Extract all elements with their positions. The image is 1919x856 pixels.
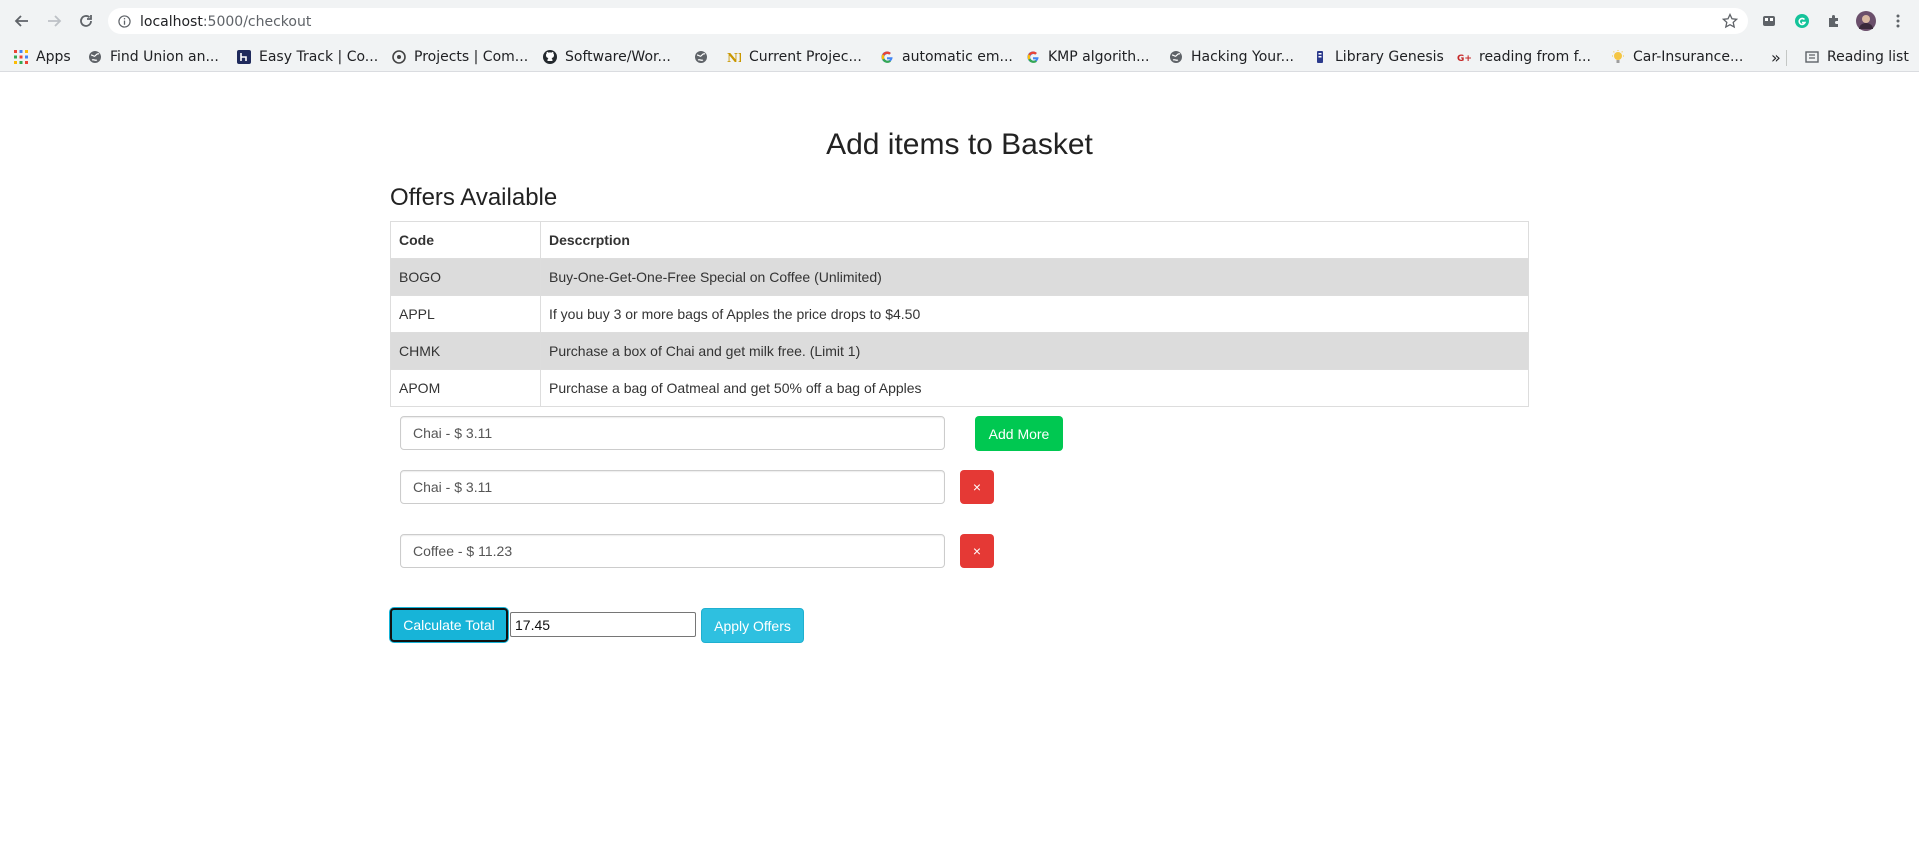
bookmark-label: Apps xyxy=(36,49,71,65)
table-row: BOGO Buy-One-Get-One-Free Special on Cof… xyxy=(390,258,1529,296)
total-field[interactable]: 17.45 xyxy=(510,612,696,637)
apps-grid-icon xyxy=(14,50,28,64)
libgen-icon xyxy=(1313,50,1327,64)
reading-list-icon xyxy=(1805,50,1819,64)
bookmark-projects[interactable]: Projects | Com... xyxy=(392,42,528,72)
bookmark-automatic-em[interactable]: automatic em... xyxy=(880,42,1013,72)
offers-table: Code Desccrption BOGO Buy-One-Get-One-Fr… xyxy=(390,221,1529,407)
bookmark-kmp[interactable]: KMP algorith... xyxy=(1026,42,1149,72)
google-icon xyxy=(1026,50,1040,64)
table-header-row: Code Desccrption xyxy=(390,221,1529,259)
bookmark-reading-from[interactable]: G++ reading from f... xyxy=(1457,42,1591,72)
bookmark-label: Hacking Your... xyxy=(1191,49,1294,65)
globe-icon xyxy=(1169,50,1183,64)
offer-code: APPL xyxy=(390,295,541,333)
column-header-code: Code xyxy=(390,221,541,259)
site-info-icon[interactable] xyxy=(118,15,131,33)
extension-icon[interactable] xyxy=(1759,11,1779,31)
bookmark-library-genesis[interactable]: Library Genesis xyxy=(1313,42,1444,72)
google-icon xyxy=(880,50,894,64)
close-icon: × xyxy=(972,479,982,495)
bookmark-apps[interactable]: Apps xyxy=(14,42,71,72)
bookmark-software[interactable]: Software/Wor... xyxy=(543,42,671,72)
bookmark-label: Find Union an... xyxy=(110,49,219,65)
reading-list-button[interactable]: Reading list xyxy=(1805,42,1909,72)
bulb-icon xyxy=(1611,50,1625,64)
offer-code: CHMK xyxy=(390,332,541,370)
grammarly-icon[interactable] xyxy=(1792,11,1812,31)
bookmark-label: Easy Track | Co... xyxy=(259,49,379,65)
globe-icon xyxy=(694,50,708,64)
add-more-button[interactable]: Add More xyxy=(975,416,1063,451)
menu-kebab-icon[interactable] xyxy=(1888,11,1908,31)
offer-description: Buy-One-Get-One-Free Special on Coffee (… xyxy=(540,258,1529,296)
avatar[interactable] xyxy=(1856,11,1876,31)
address-bar[interactable]: localhost:5000/checkout xyxy=(108,8,1748,34)
globe-icon xyxy=(88,50,102,64)
bookmark-current-projects[interactable]: ND Current Projec... xyxy=(727,42,862,72)
bookmark-label: KMP algorith... xyxy=(1048,49,1150,65)
offers-title: Offers Available xyxy=(390,184,558,211)
github-icon xyxy=(543,50,557,64)
bookmark-label: Library Genesis xyxy=(1335,49,1444,65)
chevron-double-right-icon: » xyxy=(1771,47,1781,67)
close-icon: × xyxy=(972,543,982,559)
svg-text:ND: ND xyxy=(727,51,741,64)
bookmarks-bar: Apps Find Union an... Easy Track | Co...… xyxy=(0,42,1919,72)
browser-toolbar: localhost:5000/checkout xyxy=(0,0,1919,42)
basket-item-select[interactable]: Chai - $ 3.11 xyxy=(400,416,945,450)
remove-item-button[interactable]: × xyxy=(960,470,994,504)
page-title: Add items to Basket xyxy=(826,128,1093,161)
bookmarks-separator xyxy=(1786,50,1787,66)
bookmark-label: automatic em... xyxy=(902,49,1013,65)
bookmark-car-insurance[interactable]: Car-Insurance... xyxy=(1611,42,1743,72)
column-header-description: Desccrption xyxy=(540,221,1529,259)
reload-icon[interactable] xyxy=(74,9,98,33)
offer-description: If you buy 3 or more bags of Apples the … xyxy=(540,295,1529,333)
geeks-icon: G++ xyxy=(1457,50,1471,64)
bookmarks-overflow[interactable]: » xyxy=(1771,42,1781,72)
bookmark-label: Car-Insurance... xyxy=(1633,49,1744,65)
offer-code: APOM xyxy=(390,369,541,407)
bookmark-label: Projects | Com... xyxy=(414,49,529,65)
bookmark-globe[interactable] xyxy=(694,42,716,72)
table-row: APOM Purchase a bag of Oatmeal and get 5… xyxy=(390,369,1529,407)
bookmark-label: Software/Wor... xyxy=(565,49,671,65)
back-arrow-icon[interactable] xyxy=(10,9,34,33)
offer-code: BOGO xyxy=(390,258,541,296)
apply-offers-button[interactable]: Apply Offers xyxy=(701,608,804,643)
forward-arrow-icon[interactable] xyxy=(42,9,66,33)
table-row: CHMK Purchase a box of Chai and get milk… xyxy=(390,332,1529,370)
bookmark-find-union[interactable]: Find Union an... xyxy=(88,42,219,72)
puzzle-icon[interactable] xyxy=(1824,11,1844,31)
nd-logo-icon: ND xyxy=(727,50,741,64)
basket-item-select[interactable]: Coffee - $ 11.23 xyxy=(400,534,945,568)
offer-description: Purchase a bag of Oatmeal and get 50% of… xyxy=(540,369,1529,407)
calculate-total-button[interactable]: Calculate Total xyxy=(390,608,508,642)
bookmark-easy-track[interactable]: Easy Track | Co... xyxy=(237,42,378,72)
reading-list-label: Reading list xyxy=(1827,49,1909,65)
bookmark-star-icon[interactable] xyxy=(1721,12,1739,34)
h-logo-icon xyxy=(237,50,251,64)
basket-item-select[interactable]: Chai - $ 3.11 xyxy=(400,470,945,504)
table-row: APPL If you buy 3 or more bags of Apples… xyxy=(390,295,1529,333)
remove-item-button[interactable]: × xyxy=(960,534,994,568)
svg-text:G++: G++ xyxy=(1457,54,1471,64)
target-icon xyxy=(392,50,406,64)
bookmark-label: Current Projec... xyxy=(749,49,862,65)
offer-description: Purchase a box of Chai and get milk free… xyxy=(540,332,1529,370)
url-text: localhost:5000/checkout xyxy=(140,14,312,30)
bookmark-label: reading from f... xyxy=(1479,49,1591,65)
bookmark-hacking[interactable]: Hacking Your... xyxy=(1169,42,1294,72)
